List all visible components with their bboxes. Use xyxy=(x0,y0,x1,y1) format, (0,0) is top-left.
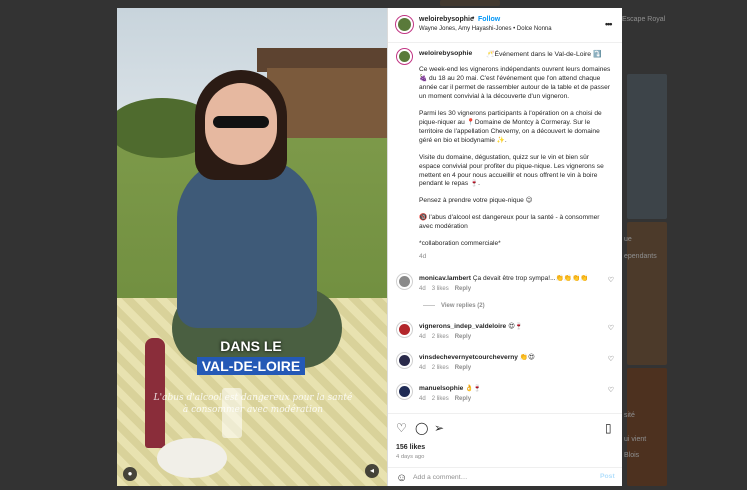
post-modal: DANS LE VAL-DE-LOIRE L'abus d'alcool est… xyxy=(117,8,622,486)
separator-dot: • xyxy=(472,15,475,22)
heart-icon[interactable]: ♡ xyxy=(608,355,614,363)
comment-meta: 4d 2 likes Reply xyxy=(419,396,477,402)
comment-likes[interactable]: 2 likes xyxy=(432,396,449,402)
food-plate xyxy=(157,438,227,478)
reply-button[interactable]: Reply xyxy=(455,396,471,402)
bookmark-icon[interactable]: ▯ xyxy=(605,422,612,434)
avatar[interactable] xyxy=(396,48,413,65)
comment-meta: 4d 2 likes Reply xyxy=(419,334,477,340)
comment: vignerons_indep_valdeloire 😍🍷 4d 2 likes R… xyxy=(396,321,618,351)
avatar[interactable] xyxy=(396,352,413,369)
comment: monicav.lambert Ça devait être trop symp… xyxy=(396,273,618,303)
comment-age: 4d xyxy=(419,365,426,371)
comment: vinsdechevernyetcourcheverny 👏😍 4d 2 like… xyxy=(396,352,618,382)
comment-icon[interactable]: ◯ xyxy=(415,422,428,434)
comment: manuelsophie 👌🍷 4d 2 likes Reply ♡ xyxy=(396,383,618,413)
caption-paragraph: Visite du domaine, dégustation, quizz su… xyxy=(419,153,604,188)
media-caption: DANS LE VAL-DE-LOIRE xyxy=(195,338,307,376)
add-comment-bar: ☺ Post xyxy=(388,467,622,488)
avatar[interactable] xyxy=(396,383,413,400)
avatar[interactable] xyxy=(395,15,414,34)
comment-text: Ça devait être trop sympa!...👏👏👏👏 xyxy=(472,275,589,282)
comment-likes[interactable]: 2 likes xyxy=(432,365,449,371)
comment-likes[interactable]: 2 likes xyxy=(432,334,449,340)
reply-button[interactable]: Reply xyxy=(455,286,471,292)
heart-icon[interactable]: ♡ xyxy=(608,386,614,394)
likes-count[interactable]: 156 likes xyxy=(396,444,425,451)
post-details-panel: weloirebysophie • Follow Wayne Jones, Am… xyxy=(387,8,622,486)
view-replies-text[interactable]: View replies (2) xyxy=(441,303,485,309)
comment-username[interactable]: manuelsophie 👌🍷 xyxy=(419,384,482,392)
caption-username[interactable]: weloirebysophie xyxy=(419,50,472,57)
share-icon[interactable]: ➢ xyxy=(434,422,444,434)
collaborators-line[interactable]: Wayne Jones, Amy Hayashi-Jones • Dolce N… xyxy=(419,26,552,32)
caption-paragraph: Ce week-end les vignerons indépendants o… xyxy=(419,66,611,100)
media-caption-line1: DANS LE xyxy=(220,338,282,354)
caption-paragraph: Pensez à prendre votre pique-nique 😉 xyxy=(419,197,533,205)
comment-meta: 4d 2 likes Reply xyxy=(419,365,477,371)
comment-age: 4d xyxy=(419,286,426,292)
comment-username[interactable]: vinsdechevernyetcourcheverny 👏😍 xyxy=(419,353,535,361)
avatar[interactable] xyxy=(396,273,413,290)
divider xyxy=(423,304,435,306)
view-replies-button[interactable]: View replies (2) xyxy=(423,303,485,309)
heart-icon[interactable]: ♡ xyxy=(608,324,614,332)
post-media[interactable]: DANS LE VAL-DE-LOIRE L'abus d'alcool est… xyxy=(117,8,387,486)
like-heart-icon[interactable]: ♡ xyxy=(396,422,407,434)
comment-username[interactable]: vignerons_indep_valdeloire 😍🍷 xyxy=(419,322,523,330)
emoji-icon[interactable]: ☺ xyxy=(396,472,407,484)
comment-username[interactable]: monicav.lambert Ça devait être trop symp… xyxy=(419,274,588,282)
caption-paragraph: *collaboration commerciale* xyxy=(419,240,501,248)
post-actions: ♡ ◯ ➢ ▯ 156 likes 4 days ago ☺ Post xyxy=(388,413,622,487)
caption-body: Ce week-end les vignerons indépendants o… xyxy=(419,66,611,262)
caption-title: 🥂Événement dans le Val-de-Loire ⤵️ xyxy=(486,51,602,58)
comment-text: 😍🍷 xyxy=(508,323,524,330)
comment-username-text[interactable]: vinsdechevernyetcourcheverny xyxy=(419,354,518,361)
comment-input[interactable] xyxy=(413,471,583,484)
more-horizontal-icon[interactable]: ••• xyxy=(605,19,613,29)
comment-likes[interactable]: 3 likes xyxy=(432,286,449,292)
comment-text: 👌🍷 xyxy=(465,385,482,392)
reply-button[interactable]: Reply xyxy=(455,334,471,340)
comment-username-text[interactable]: manuelsophie xyxy=(419,385,463,392)
caption-paragraph: 🔞 l'abus d'alcool est dangereux pour la … xyxy=(419,214,600,231)
caption-age: 4d xyxy=(419,253,427,261)
media-caption-line2: VAL-DE-LOIRE xyxy=(196,357,306,375)
comment-username-text[interactable]: monicav.lambert xyxy=(419,275,471,282)
sunglasses xyxy=(213,116,269,128)
comment-age: 4d xyxy=(419,396,426,402)
mute-icon[interactable]: ◂ xyxy=(365,464,379,478)
media-overlay-text: L'abus d'alcool est dangereux pour la sa… xyxy=(153,393,353,416)
avatar[interactable] xyxy=(396,321,413,338)
reply-button[interactable]: Reply xyxy=(455,365,471,371)
caption-paragraph: Parmi les 30 vignerons participants à l'… xyxy=(419,109,602,144)
person-body xyxy=(177,158,317,328)
tagged-user-icon[interactable]: ● xyxy=(123,467,137,481)
comment-username-text[interactable]: vignerons_indep_valdeloire xyxy=(419,323,506,330)
follow-button[interactable]: Follow xyxy=(478,16,500,23)
heart-icon[interactable]: ♡ xyxy=(608,276,614,284)
comment-meta: 4d 3 likes Reply xyxy=(419,286,477,292)
comment-text: 👏😍 xyxy=(519,354,535,361)
post-header: weloirebysophie • Follow Wayne Jones, Am… xyxy=(388,8,622,43)
comment-age: 4d xyxy=(419,334,426,340)
post-author-username[interactable]: weloirebysophie xyxy=(419,16,474,23)
post-comment-button[interactable]: Post xyxy=(600,473,615,480)
post-timestamp: 4 days ago xyxy=(396,454,425,460)
